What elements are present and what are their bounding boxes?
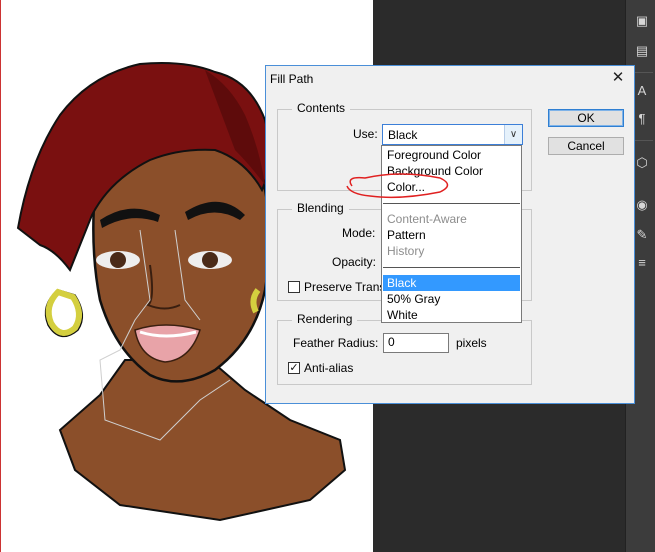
anti-alias-checkbox[interactable]: ✓ (288, 362, 300, 374)
chevron-down-icon[interactable]: ∨ (504, 125, 522, 144)
paragraph-icon[interactable]: ¶ (635, 112, 649, 126)
ok-button[interactable]: OK (548, 109, 624, 127)
feather-radius-label: Feather Radius: (293, 336, 379, 350)
preserve-transparency-label: Preserve Trans (304, 280, 386, 294)
cancel-button[interactable]: Cancel (548, 137, 624, 155)
layers-icon[interactable]: ▤ (635, 44, 649, 58)
opacity-label: Opacity: (332, 255, 377, 269)
dropdown-item-white[interactable]: White (383, 307, 520, 323)
dropdown-item-color[interactable]: Color... (383, 179, 520, 195)
use-dropdown-list: Foreground Color Background Color Color.… (381, 145, 522, 323)
dropdown-item-pattern[interactable]: Pattern (383, 227, 520, 243)
dropdown-item-50-gray[interactable]: 50% Gray (383, 291, 520, 307)
use-select-value: Black (388, 128, 418, 142)
blending-group-title: Blending (292, 201, 349, 215)
sliders-icon[interactable]: ≡ (635, 256, 649, 270)
dropdown-item-black[interactable]: Black (383, 275, 520, 291)
dropdown-item-background-color[interactable]: Background Color (383, 163, 520, 179)
preserve-transparency-checkbox[interactable] (288, 281, 300, 293)
cube-stack-icon[interactable]: ▣ (635, 14, 649, 28)
contents-group-title: Contents (292, 101, 351, 115)
brush-icon[interactable]: ✎ (635, 228, 649, 242)
dropdown-separator (383, 203, 520, 204)
close-icon[interactable]: ✕ (608, 68, 628, 88)
3d-cube-icon[interactable]: ⬡ (635, 156, 649, 170)
dropdown-item-history: History (387, 244, 425, 258)
dropdown-item-content-aware: Content-Aware (387, 212, 467, 226)
dialog-title: Fill Path (270, 72, 314, 86)
rendering-group-title: Rendering (292, 312, 358, 326)
mode-label: Mode: (342, 226, 376, 240)
dropdown-separator (383, 267, 520, 268)
feather-unit-label: pixels (456, 336, 487, 350)
feather-radius-input[interactable]: 0 (383, 333, 449, 353)
use-label: Use: (353, 127, 378, 141)
use-select[interactable]: Black ∨ (382, 124, 523, 145)
character-icon[interactable]: A (635, 84, 649, 98)
anti-alias-label: Anti-alias (304, 361, 354, 375)
color-wheel-icon[interactable]: ◉ (635, 198, 649, 212)
dropdown-item-foreground-color[interactable]: Foreground Color (383, 147, 520, 163)
